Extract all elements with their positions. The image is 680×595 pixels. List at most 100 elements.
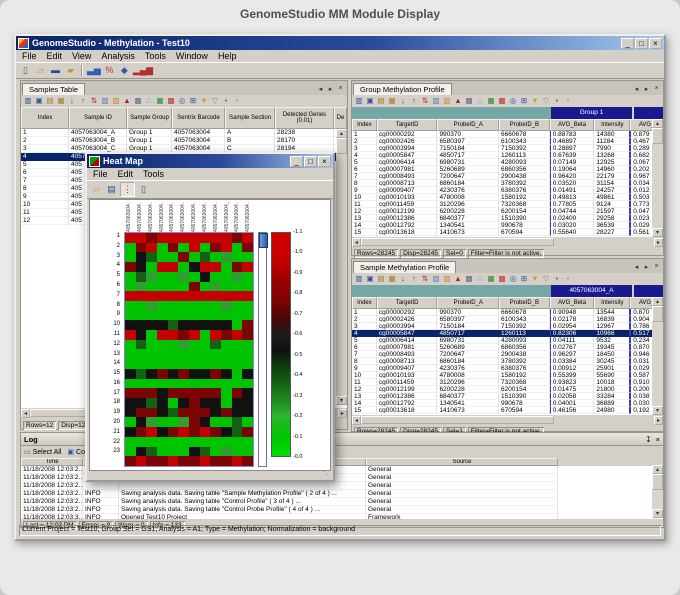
close-tab-icon[interactable]: ×: [336, 85, 345, 93]
heat-map-cell[interactable]: [210, 379, 221, 389]
heat-map-cell[interactable]: [146, 427, 157, 437]
heat-map-cell[interactable]: [210, 252, 221, 262]
heat-map-cell[interactable]: [157, 320, 168, 330]
export-table-icon[interactable]: ▤: [45, 96, 55, 106]
traffic-light-icon[interactable]: ⋮: [120, 182, 135, 197]
vertical-scrollbar[interactable]: ▴▾: [652, 297, 663, 415]
clear-filter-icon[interactable]: ▽: [541, 274, 551, 284]
table-row[interactable]: 1cg0000029299037066606780.90948135440.87…: [352, 309, 663, 316]
restore-button[interactable]: □: [635, 38, 648, 49]
heat-map-cell[interactable]: [242, 252, 253, 262]
table-row[interactable]: 10cg00010193478000815801920.55399556900.…: [352, 372, 663, 379]
insert-column-icon[interactable]: ⊞: [519, 274, 529, 284]
sort-ascending-icon[interactable]: ↓: [398, 274, 408, 284]
heat-map-cell[interactable]: [242, 388, 253, 398]
heat-map-cell[interactable]: [168, 272, 179, 282]
heat-map-cell[interactable]: [125, 349, 136, 359]
zoom-icon[interactable]: ◎: [177, 96, 187, 106]
heat-map-cell[interactable]: [178, 320, 189, 330]
export-table-icon[interactable]: ▤: [376, 96, 386, 106]
close-button[interactable]: ×: [649, 38, 662, 49]
scroll-left-icon[interactable]: ◂: [316, 85, 325, 93]
menu-help[interactable]: Help: [213, 51, 242, 61]
table-row[interactable]: 11/18/2008 12:03:2...INFOSaving analysis…: [21, 490, 663, 498]
header-cell[interactable]: Sample Section: [225, 107, 275, 129]
heat-map-cell[interactable]: [221, 282, 232, 292]
heat-map-cell[interactable]: [232, 282, 243, 292]
plot-image-icon[interactable]: ▨: [431, 274, 441, 284]
pin-column-icon[interactable]: •: [221, 96, 231, 106]
heat-map-cell[interactable]: [168, 233, 179, 243]
heat-map-cell[interactable]: [146, 359, 157, 369]
heat-map-cell[interactable]: [210, 340, 221, 350]
heat-map-cell[interactable]: [146, 311, 157, 321]
scroll-up-icon[interactable]: ▴: [652, 297, 663, 306]
scroll-right-icon[interactable]: ▸: [654, 238, 663, 247]
heat-map-cell[interactable]: [178, 252, 189, 262]
heat-map-cell[interactable]: [189, 359, 200, 369]
select-columns-icon[interactable]: ▥: [23, 96, 33, 106]
heat-map-cell[interactable]: [146, 243, 157, 253]
heat-map-cell[interactable]: [221, 417, 232, 427]
table-row[interactable]: 12cg00012199620022862001540.04744215970.…: [352, 208, 663, 215]
heat-map-cell[interactable]: [242, 311, 253, 321]
heat-map-cell[interactable]: [157, 359, 168, 369]
export-image-icon[interactable]: ▤: [105, 183, 118, 196]
heat-map-cell[interactable]: [136, 272, 147, 282]
pin-column-icon[interactable]: •: [552, 274, 562, 284]
heat-map-cell[interactable]: [125, 427, 136, 437]
scrollbar-thumb[interactable]: [652, 474, 663, 490]
heat-map-cell[interactable]: [146, 398, 157, 408]
heat-map-cell[interactable]: [125, 320, 136, 330]
open-folder-icon[interactable]: ▱: [34, 64, 47, 77]
heat-map-cell[interactable]: [200, 369, 211, 379]
heat-map-cell[interactable]: [136, 388, 147, 398]
heat-map-cell[interactable]: [200, 379, 211, 389]
heat-map-cell[interactable]: [189, 369, 200, 379]
scroll-right-icon[interactable]: ▸: [642, 85, 651, 93]
filter-icon[interactable]: ▼: [530, 274, 540, 284]
heat-map-cell[interactable]: [178, 311, 189, 321]
heat-map-cell[interactable]: [178, 349, 189, 359]
heat-map-cell[interactable]: [136, 291, 147, 301]
heat-map-cell[interactable]: [189, 447, 200, 457]
scrollbar-thumb[interactable]: [652, 128, 663, 144]
select-all-button[interactable]: ▭Select All: [24, 448, 61, 456]
heat-map-cell[interactable]: [168, 320, 179, 330]
group-panel-tab[interactable]: Group Methylation Profile: [353, 83, 452, 95]
heat-map-cell[interactable]: [146, 282, 157, 292]
heat-map-cell[interactable]: [168, 456, 179, 466]
heat-map-cell[interactable]: [157, 301, 168, 311]
heat-map-cell[interactable]: [178, 359, 189, 369]
scatter-plot-icon[interactable]: ∴: [144, 96, 154, 106]
heat-map-cell[interactable]: [242, 340, 253, 350]
heat-map-cell[interactable]: [178, 340, 189, 350]
heat-map-cell[interactable]: [125, 379, 136, 389]
heat-map-cell[interactable]: [136, 456, 147, 466]
heat-map-cell[interactable]: [210, 272, 221, 282]
heat-map-cell[interactable]: [146, 272, 157, 282]
heat-map-cell[interactable]: [210, 359, 221, 369]
close-tab-icon[interactable]: ×: [652, 263, 661, 271]
heat-map-cell[interactable]: [168, 369, 179, 379]
table-row[interactable]: 5cg00006414698073142800930.0411195320.23…: [352, 337, 663, 344]
heat-map-cell[interactable]: [221, 427, 232, 437]
heat-map-cell[interactable]: [178, 388, 189, 398]
heat-map-cell[interactable]: [232, 262, 243, 272]
table-row[interactable]: 15cg0001361814106736705940.46156249800.1…: [352, 407, 663, 414]
heat-map-cell[interactable]: [221, 369, 232, 379]
heat-map-cell[interactable]: [200, 301, 211, 311]
heat-map-cell[interactable]: [221, 330, 232, 340]
heat-map-cell[interactable]: [136, 408, 147, 418]
table-row[interactable]: 12cg00012199620022862001540.01475218000.…: [352, 386, 663, 393]
heat-map-cell[interactable]: [242, 349, 253, 359]
heat-map-cell[interactable]: [168, 398, 179, 408]
heat-map-cell[interactable]: [146, 252, 157, 262]
sample-panel-tab[interactable]: Sample Methylation Profile: [353, 261, 456, 273]
heat-map-cell[interactable]: [221, 349, 232, 359]
table-row[interactable]: 11/18/2008 12:03:3...INFOOpened Test10 P…: [21, 514, 663, 519]
sort-custom-icon[interactable]: ⇅: [420, 274, 430, 284]
heat-map-cell[interactable]: [210, 311, 221, 321]
table-row[interactable]: 14cg0001279213405419906780.04001368890.0…: [352, 400, 663, 407]
heat-map-cell[interactable]: [136, 330, 147, 340]
